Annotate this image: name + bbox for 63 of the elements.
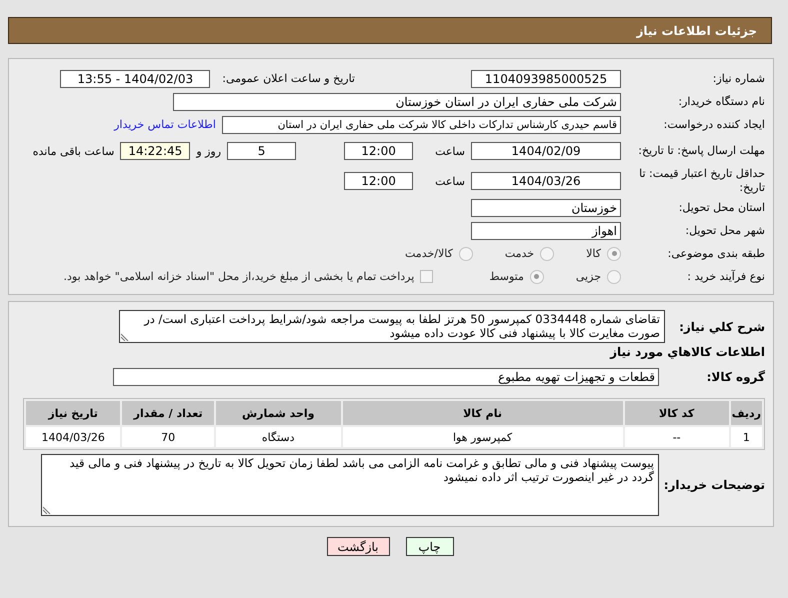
process-radio[interactable]: [530, 270, 544, 284]
column-header: واحد شمارش: [216, 401, 341, 425]
field-label: گروه کالا:: [706, 370, 765, 384]
table-cell: کمپرسور هوا: [342, 427, 623, 447]
field-label: نام دستگاه خریدار:: [677, 94, 765, 108]
table-cell: دستگاه: [216, 427, 341, 447]
category-radio[interactable]: [458, 246, 473, 260]
description-textarea[interactable]: تقاضای شماره 0334448 کمپرسور 50 هرتز لطفا به پیوست مراجعه شود/شرایط پرداخت اعتباری است/ در صورت مغایرت کالا با پیشنهاد فنی کالا عودت داده میشود: [119, 310, 665, 343]
category-radio[interactable]: [540, 246, 554, 260]
table-cell: 70: [122, 427, 214, 447]
field-label: استان محل تحویل:: [678, 200, 765, 214]
column-header: نام کالا: [342, 401, 623, 425]
field-label: ایجاد کننده درخواست:: [662, 118, 765, 132]
process-radio[interactable]: [607, 270, 621, 284]
radio-label: متوسط: [489, 270, 524, 283]
requester-field[interactable]: قاسم حیدری کارشناس تدارکات داخلی کالا شرکت ملی حفاری ایران در استان: [222, 116, 621, 134]
field-label: شماره نیاز:: [712, 72, 765, 86]
buyer-contact-link[interactable]: اطلاعات تماس خریدار: [114, 118, 216, 131]
field-label: نوع فرآیند خرید :: [686, 270, 765, 284]
field-label: شهر محل تحویل:: [684, 224, 765, 238]
goods-group-field[interactable]: قطعات و تجهیزات تهویه مطبوع: [113, 368, 659, 386]
resize-grip-icon: [121, 333, 129, 341]
radio-label: کالا/خدمت: [405, 247, 453, 260]
column-header: تاریخ نیاز: [26, 401, 120, 425]
column-header: ردیف: [730, 401, 762, 425]
field-label: ساعت: [435, 174, 465, 188]
table-cell: 1: [730, 427, 762, 447]
field-label: توضیحات خریدار:: [665, 478, 765, 492]
print-button[interactable]: چاپ: [406, 537, 454, 556]
checkbox-label: پرداخت تمام یا بخشی از مبلغ خرید،از محل "اسناد خزانه اسلامی" خواهد بود.: [64, 270, 414, 283]
field-label: ساعت باقی مانده: [32, 144, 114, 158]
resize-grip-icon: [43, 506, 51, 514]
field-label: روز و: [196, 144, 222, 158]
reply-time-field[interactable]: 12:00: [344, 142, 414, 160]
field-label: شرح کلي نیاز:: [678, 320, 765, 334]
field-label: تاریخ و ساعت اعلان عمومی:: [222, 72, 355, 85]
table-cell: --: [624, 427, 729, 447]
buyer-org-field[interactable]: شرکت ملی حفاری ایران در استان خوزستان: [173, 92, 621, 110]
days-field[interactable]: 5: [227, 142, 296, 160]
validity-date-field[interactable]: 1404/03/26: [471, 172, 621, 190]
column-header: کد کالا: [624, 401, 729, 425]
announce-date-field[interactable]: 1404/02/03 - 13:55: [60, 70, 210, 88]
remaining-time-field[interactable]: 14:22:45: [120, 142, 190, 160]
section-heading: اطلاعات کالاهاي مورد نیاز: [608, 345, 765, 359]
back-button[interactable]: بازگشت: [326, 537, 390, 556]
reply-date-field[interactable]: 1404/02/09: [471, 142, 621, 160]
table-cell: 1404/03/26: [26, 427, 120, 447]
validity-time-field[interactable]: 12:00: [344, 172, 414, 190]
page-title: جزئیات اطلاعات نیاز: [636, 24, 757, 38]
field-label: حداقل تاریخ اعتبار قیمت: تا تاریخ:: [638, 167, 765, 195]
radio-label: جزیی: [576, 270, 601, 283]
city-field[interactable]: اهواز: [471, 222, 621, 240]
radio-label: کالا: [586, 247, 601, 260]
category-radio[interactable]: [607, 246, 621, 260]
column-header: تعداد / مقدار: [122, 401, 214, 425]
field-label: طبقه بندی موضوعی:: [666, 246, 765, 260]
field-label: مهلت ارسال پاسخ: تا تاریخ:: [637, 144, 765, 158]
buyer-notes-textarea[interactable]: پیوست پیشنهاد فنی و مالی تطابق و غرامت نامه الزامی می باشد لطفا زمان تحویل کالا به تاریخ در پیشنهاد فنی و مالی قید گردد در غیر اینصورت ترتیب اثر داده نمیشود: [41, 454, 659, 516]
treasury-checkbox[interactable]: [420, 270, 434, 283]
need-number-field[interactable]: 1104093985000525: [471, 70, 621, 88]
province-field[interactable]: خوزستان: [471, 198, 621, 216]
field-label: ساعت: [435, 144, 465, 158]
radio-label: خدمت: [504, 247, 534, 260]
